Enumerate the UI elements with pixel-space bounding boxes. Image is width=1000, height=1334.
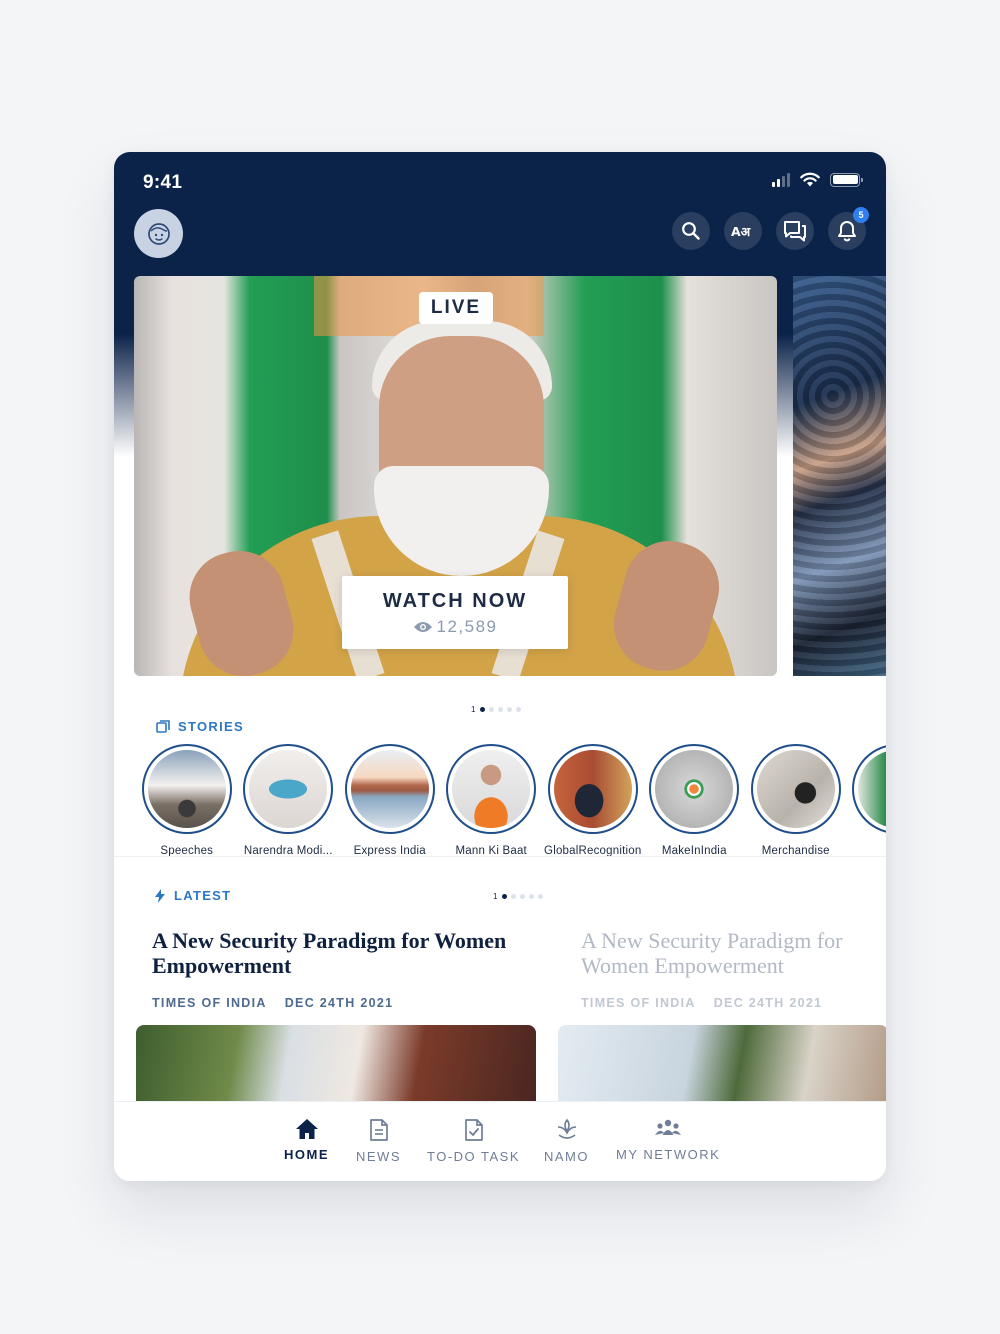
search-button[interactable]: [672, 212, 710, 250]
eye-icon: [413, 622, 432, 632]
battery-icon: [830, 172, 863, 187]
story-item[interactable]: Express India: [339, 744, 441, 859]
view-count: 12,589: [342, 617, 568, 637]
tab-label: MY NETWORK: [616, 1147, 721, 1162]
hero-pager-number: 1: [471, 705, 476, 714]
search-icon: [682, 222, 700, 240]
notifications-button[interactable]: 5: [828, 207, 869, 250]
news-title: A New Security Paradigm for Women Empowe…: [581, 928, 843, 978]
cellular-signal-icon: [772, 172, 790, 187]
hero-pager: 1: [471, 705, 522, 714]
network-icon: [655, 1119, 682, 1135]
section-divider: [114, 856, 886, 857]
story-thumbnail: [756, 750, 835, 828]
tab-todo-task[interactable]: TO-DO TASK: [427, 1118, 520, 1164]
news-icon: [369, 1119, 388, 1141]
tab-label: NAMO: [544, 1149, 589, 1164]
latest-header: LATEST: [154, 888, 231, 903]
language-icon: Aअ: [731, 224, 751, 239]
watch-now-label: WATCH NOW: [382, 590, 528, 612]
latest-pager-number: 1: [493, 892, 498, 901]
language-button[interactable]: Aअ: [724, 212, 762, 250]
stories-list: Speeches Narendra Modi... Express India …: [136, 744, 886, 859]
tab-label: HOME: [284, 1147, 329, 1162]
story-thumbnail: [858, 750, 886, 828]
news-source: TIMES OF INDIA: [152, 996, 267, 1010]
notification-count-badge: 5: [853, 207, 869, 223]
status-bar: 9:41: [114, 152, 886, 210]
profile-avatar-button[interactable]: [134, 209, 183, 258]
tab-my-network[interactable]: MY NETWORK: [616, 1118, 720, 1162]
watch-now-button[interactable]: WATCH NOW 12,589: [342, 576, 568, 649]
home-icon: [295, 1119, 318, 1139]
lightning-icon: [155, 888, 165, 903]
story-item[interactable]: Narendra Modi...: [238, 744, 340, 859]
tab-home[interactable]: HOME: [284, 1118, 329, 1162]
face-icon: [147, 222, 170, 245]
story-item[interactable]: Speeches: [136, 744, 238, 859]
tab-news[interactable]: NEWS: [356, 1118, 401, 1164]
stories-icon: [156, 719, 170, 733]
story-thumbnail: [655, 750, 734, 828]
news-card[interactable]: A New Security Paradigm for Women Empowe…: [152, 928, 512, 1010]
tab-namo[interactable]: NAMO: [544, 1118, 589, 1164]
story-thumbnail: [249, 750, 328, 828]
stories-header: STORIES: [156, 719, 244, 734]
story-thumbnail: [350, 750, 429, 828]
tab-label: NEWS: [356, 1149, 401, 1164]
story-item[interactable]: GlobalRecognition: [542, 744, 644, 859]
news-image[interactable]: [136, 1025, 536, 1105]
story-item[interactable]: Merchandise: [745, 744, 847, 859]
wifi-icon: [800, 172, 820, 187]
language-icon-text: Aअ: [731, 224, 751, 239]
chat-icon: [784, 221, 806, 242]
story-thumbnail: [452, 750, 531, 828]
news-image[interactable]: [558, 1025, 886, 1105]
news-date: DEC 24TH 2021: [713, 996, 823, 1010]
news-meta: TIMES OF INDIA DEC 24TH 2021: [581, 996, 881, 1010]
news-title: A New Security Paradigm for Women Empowe…: [152, 928, 507, 978]
story-item[interactable]: C: [847, 744, 886, 859]
namo-icon: [557, 1118, 576, 1139]
story-item[interactable]: Mann Ki Baat: [441, 744, 543, 859]
header-actions: Aअ 5: [672, 207, 869, 250]
latest-pager: 1: [493, 892, 544, 901]
story-thumbnail: [147, 750, 226, 828]
live-hero-card[interactable]: LIVE WATCH NOW 12,589: [134, 276, 777, 676]
news-source: TIMES OF INDIA: [581, 996, 696, 1010]
view-count-value: 12,589: [436, 617, 498, 636]
latest-title: LATEST: [174, 888, 232, 903]
news-meta: TIMES OF INDIA DEC 24TH 2021: [152, 996, 512, 1010]
bell-icon: [838, 221, 856, 242]
status-icons: [772, 172, 863, 187]
live-badge: LIVE: [419, 292, 493, 324]
news-date: DEC 24TH 2021: [284, 996, 394, 1010]
messages-button[interactable]: [776, 212, 814, 250]
stories-title: STORIES: [178, 719, 244, 734]
todo-icon: [464, 1119, 483, 1141]
next-hero-card[interactable]: [793, 276, 886, 676]
story-item[interactable]: MakeInIndia: [644, 744, 746, 859]
status-time: 9:41: [143, 172, 183, 193]
news-card[interactable]: A New Security Paradigm for Women Empowe…: [581, 928, 881, 1010]
app-screen: 9:41 Aअ 5 LIVE WATCH NOW 12,589 1 STORIE…: [114, 152, 886, 1181]
story-thumbnail: [553, 750, 632, 828]
bottom-tab-bar: HOME NEWS TO-DO TASK NAMO MY NETWORK: [114, 1101, 886, 1181]
tab-label: TO-DO TASK: [427, 1149, 521, 1164]
